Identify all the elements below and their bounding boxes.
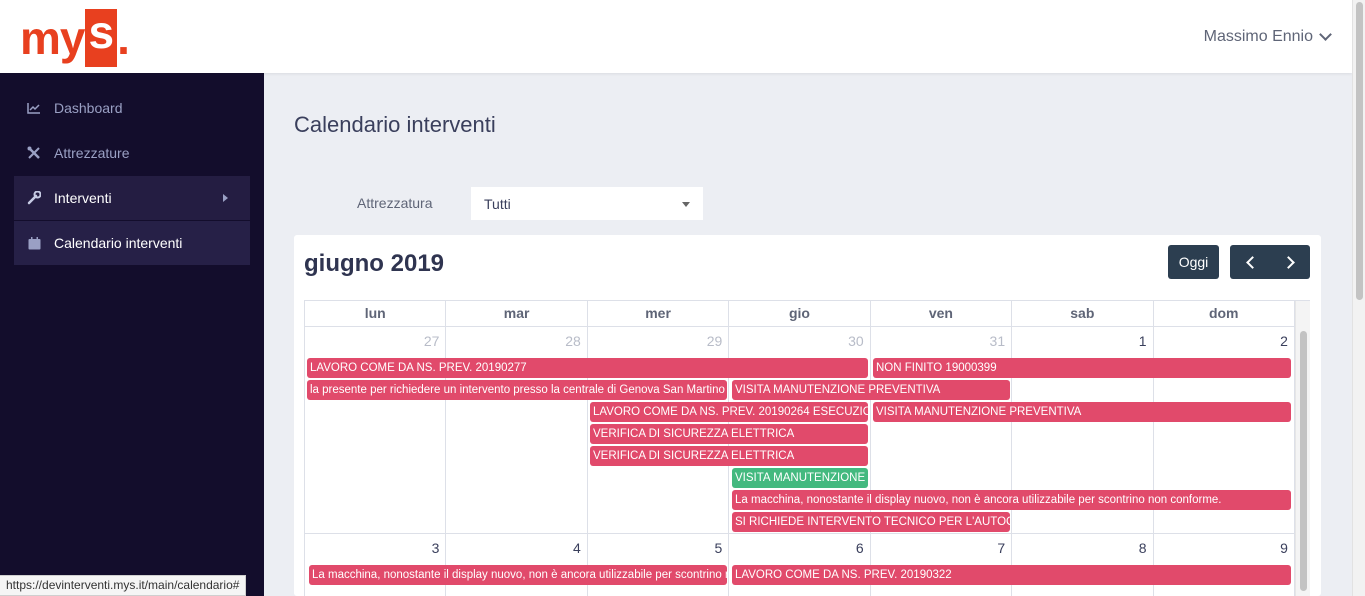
calendar-event[interactable]: La macchina, nonostante il display nuovo… [309, 565, 727, 585]
caret-right-icon [223, 194, 228, 202]
caret-down-icon [682, 202, 690, 207]
weekday-label: gio [729, 301, 871, 327]
chevron-left-icon [1245, 255, 1259, 269]
weekday-label: mer [588, 301, 730, 327]
sidebar-item-label: Calendario interventi [54, 235, 183, 251]
day-number: 28 [565, 333, 581, 349]
calendar-event[interactable]: NON FINITO 19000399 [873, 358, 1291, 378]
day-number: 29 [706, 333, 723, 349]
today-button[interactable]: Oggi [1168, 245, 1219, 279]
calendar-event[interactable]: VISITA MANUTENZIONE PREVENTIVA [732, 380, 1010, 400]
day-number: 30 [848, 333, 864, 349]
sidebar-item-calendario-interventi[interactable]: Calendario interventi [14, 221, 250, 265]
sidebar-item-label: Dashboard [54, 100, 123, 116]
day-number: 8 [1138, 540, 1147, 556]
weekday-label: mar [446, 301, 588, 327]
calendar-event[interactable]: VISITA MANUTENZIONE PREVENTIVA [873, 402, 1291, 422]
page-title: Calendario interventi [294, 112, 496, 137]
chevron-down-icon [1319, 28, 1332, 41]
calendar: giugno 2019 Oggi lun mar mer gio ven sab… [294, 235, 1321, 596]
wrench-icon [26, 190, 42, 206]
select-value: Tutti [484, 196, 511, 212]
sidebar: Dashboard Attrezzature Interventi Calend… [0, 73, 264, 596]
day-number: 6 [855, 540, 864, 556]
weekday-label: dom [1154, 301, 1295, 327]
sidebar-item-label: Attrezzature [54, 145, 130, 161]
calendar-event[interactable]: LAVORO COME DA NS. PREV. 20190277 [307, 358, 868, 378]
calendar-event[interactable]: SI RICHIEDE INTERVENTO TECNICO PER L'AUT… [732, 512, 1010, 532]
next-month-button[interactable] [1270, 245, 1310, 279]
calendar-event[interactable]: La macchina, nonostante il display nuovo… [732, 490, 1291, 510]
calendar-scrollbar[interactable] [1295, 301, 1310, 596]
day-number: 27 [423, 333, 440, 349]
day-number: 5 [714, 540, 723, 556]
calendar-grid: lun mar mer gio ven sab dom 27 28 29 30 … [304, 300, 1310, 596]
chevron-right-icon [1281, 255, 1295, 269]
page-scrollbar[interactable] [1352, 0, 1365, 596]
attrezzatura-select[interactable]: Tutti [471, 187, 703, 220]
prev-month-button[interactable] [1230, 245, 1270, 279]
chart-line-icon [26, 100, 42, 116]
sidebar-item-label: Interventi [54, 190, 112, 206]
calendar-event[interactable]: LAVORO COME DA NS. PREV. 20190264 ESECUZ… [590, 402, 868, 422]
calendar-event[interactable]: VERIFICA DI SICUREZZA ELETTRICA [590, 446, 868, 466]
calendar-event[interactable]: VERIFICA DI SICUREZZA ELETTRICA [590, 424, 868, 444]
sidebar-item-interventi[interactable]: Interventi [14, 176, 250, 220]
weekday-label: sab [1012, 301, 1154, 327]
day-number: 31 [989, 333, 1006, 349]
sidebar-item-dashboard[interactable]: Dashboard [14, 86, 250, 130]
day-number: 9 [1280, 540, 1288, 556]
user-menu[interactable]: Massimo Ennio [1203, 28, 1332, 46]
calendar-event[interactable]: la presente per richiedere un intervento… [307, 380, 727, 400]
user-name: Massimo Ennio [1203, 28, 1313, 45]
calendar-event[interactable]: LAVORO COME DA NS. PREV. 20190322 [732, 565, 1291, 585]
weekday-label: ven [871, 301, 1013, 327]
weekday-label: lun [305, 301, 447, 327]
sidebar-item-attrezzature[interactable]: Attrezzature [14, 131, 250, 175]
day-number: 4 [573, 540, 581, 556]
day-number: 1 [1138, 333, 1147, 349]
weekday-header: lun mar mer gio ven sab dom [305, 301, 1295, 327]
tools-icon [26, 145, 42, 161]
day-number: 7 [997, 540, 1006, 556]
calendar-month-title: giugno 2019 [304, 250, 445, 277]
mys-logo[interactable]: my s. [20, 8, 130, 68]
calendar-event[interactable]: VISITA MANUTENZIONE PREVENTIVA [732, 468, 868, 488]
day-number: 2 [1280, 333, 1288, 349]
calendar-icon [26, 235, 42, 251]
day-number: 3 [431, 540, 440, 556]
filter-label: Attrezzatura [357, 195, 433, 211]
status-bar-url: https://devinterventi.mys.it/main/calend… [0, 575, 247, 596]
top-header: my s. Massimo Ennio [0, 0, 1352, 73]
